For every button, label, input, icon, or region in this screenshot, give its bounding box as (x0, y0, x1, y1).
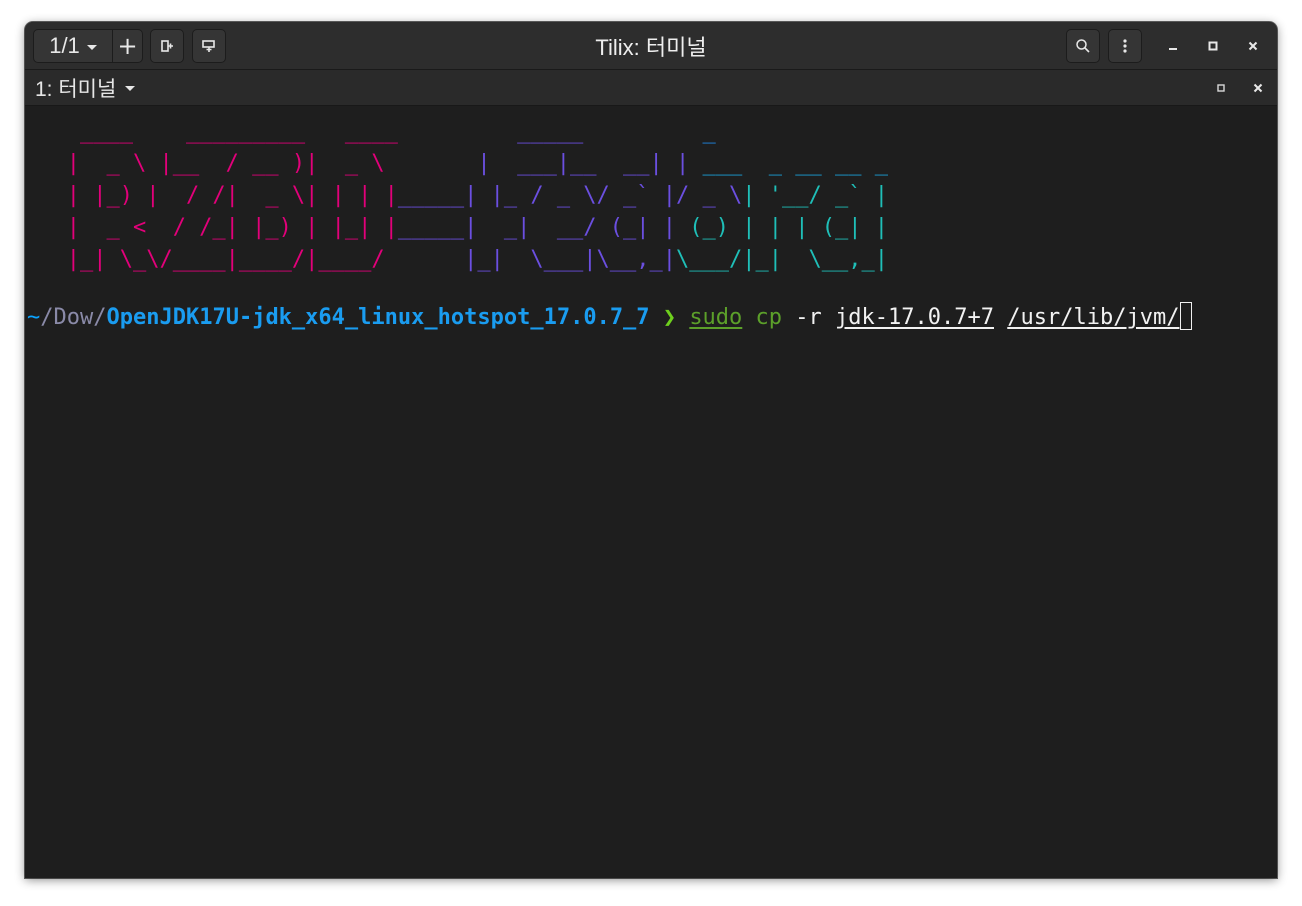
command-flag: -r (795, 305, 822, 330)
terminal-title-menu[interactable]: 1: 터미널 (35, 70, 136, 105)
maximize-terminal-icon (1217, 84, 1225, 92)
maximize-button[interactable] (1201, 34, 1225, 58)
session-switcher-button[interactable]: 1/1 (34, 30, 113, 62)
command-source-path: jdk-17.0.7+7 (835, 305, 994, 330)
minimize-icon (1169, 48, 1177, 50)
split-down-icon (202, 40, 215, 52)
kebab-menu-icon (1123, 39, 1127, 53)
session-switcher-label: 1/1 (49, 33, 80, 58)
session-button-group: 1/1 + (33, 29, 143, 63)
ascii-banner-line: |_| \_\/____|____/|____/ |_| \___|\__,_|… (27, 247, 888, 272)
command-sudo: sudo (689, 305, 743, 330)
chevron-down-icon (125, 86, 136, 91)
ascii-banner-line: ____ _________ ____ _____ _ (27, 119, 716, 144)
close-terminal-button[interactable] (1246, 76, 1270, 100)
terminal-title-bar: 1: 터미널 (25, 70, 1277, 106)
add-terminal-down-button[interactable] (192, 29, 226, 63)
maximize-terminal-button[interactable] (1209, 76, 1233, 100)
search-button[interactable] (1066, 29, 1100, 63)
prompt-home: ~ (27, 305, 41, 330)
close-terminal-icon (1253, 83, 1263, 93)
add-session-button[interactable]: + (113, 30, 142, 62)
ascii-banner-line: | _ \ |__ / __ )| _ \ | ___|__ __| | ___… (27, 151, 888, 176)
ascii-banner-line: | _ < / /_| |_) | |_| |_____| _| __/ (_|… (27, 215, 888, 240)
add-terminal-right-button[interactable] (150, 29, 184, 63)
command-destination-path: /usr/lib/jvm/ (1007, 305, 1180, 330)
chevron-down-icon (86, 44, 97, 50)
command-cp: cp (755, 305, 783, 330)
prompt-current-dir: OpenJDK17U-jdk_x64_linux_hotspot_17.0.7_… (106, 305, 650, 330)
text-cursor (1180, 302, 1193, 330)
terminal-view[interactable]: ____ _________ ____ _____ _ | _ \ |__ / … (25, 106, 1277, 878)
menu-button[interactable] (1108, 29, 1142, 63)
plus-icon: + (117, 32, 138, 60)
ascii-banner: ____ _________ ____ _____ _ | _ \ |__ / … (27, 116, 888, 276)
ascii-banner-line: | |_) | / /| _ \| | | |_____| |_ / _ \/ … (27, 183, 888, 208)
header-bar: 1/1 + Tilix: 터미널 (25, 22, 1277, 70)
close-button[interactable] (1241, 34, 1265, 58)
terminal-title-label: 1: 터미널 (35, 77, 117, 101)
search-icon (1076, 39, 1090, 53)
maximize-icon (1208, 41, 1218, 51)
prompt-arrow-icon: ❯ (662, 305, 677, 330)
prompt-separator: / (40, 305, 54, 330)
prompt-separator: / (93, 305, 107, 330)
split-right-icon (161, 40, 173, 52)
tilix-window: 1/1 + Tilix: 터미널 1: 터미널 ____ _________ _… (25, 22, 1277, 878)
prompt-dir-short: Dow (53, 305, 94, 330)
minimize-button[interactable] (1161, 34, 1185, 58)
prompt-line: ~/Dow/OpenJDK17U-jdk_x64_linux_hotspot_1… (27, 302, 1193, 334)
close-icon (1248, 41, 1258, 51)
